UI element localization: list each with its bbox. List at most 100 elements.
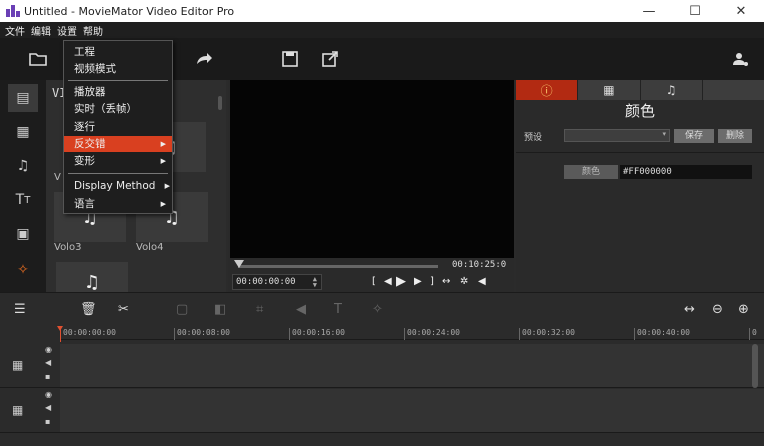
info-tab-icon[interactable]: ⓘ [516,80,579,100]
save-preset-button[interactable]: 保存 [674,129,714,143]
settings-icon[interactable]: ✲ [460,276,468,287]
timeline-ruler[interactable]: 00:00:00:00 00:00:08:00 00:00:16:00 00:0… [60,326,764,340]
delete-icon[interactable]: 🗑 [80,302,97,318]
video-track-header: ▦ ◉ ◀ ▪ [0,389,60,433]
video-track-1[interactable] [60,344,764,388]
redo-icon[interactable] [194,49,214,69]
current-timecode-input[interactable]: 00:00:00:00 ▲ ▼ [232,274,322,290]
timeline-scrollbar[interactable] [752,344,758,388]
window-title: Untitled - MovieMator Video Editor Pro [24,4,235,18]
delete-preset-button[interactable]: 删除 [718,129,752,143]
media-tab-icon[interactable]: ▤ [8,84,38,112]
effects-tab-icon[interactable]: ✧ [8,256,38,284]
mute-icon[interactable]: ◀ [45,403,51,412]
thumbnail-label: V [54,172,61,183]
track-list-icon[interactable]: ☰ [14,302,26,318]
volume-icon[interactable]: ◀ [478,276,486,287]
preview-viewer: 00:10:25:0 00:00:00:00 ▲ ▼ [ ◀ ▶ ▶ ] ↔ ✲ … [228,80,514,292]
user-account-icon[interactable] [730,49,750,69]
fit-icon[interactable]: ↔ [442,276,450,287]
menu-item-player[interactable]: 播放器 [64,84,172,100]
bin-scrollbar[interactable] [218,96,222,110]
preset-label: 预设 [524,133,543,143]
zoom-in-icon[interactable]: ⊕ [738,302,749,318]
menu-item-language[interactable]: 语言 ▶ [64,196,172,212]
menu-help[interactable]: 帮助 [80,23,106,38]
color-value-field[interactable]: #FF000000 [620,165,752,179]
chevron-down-icon: ▾ [662,130,666,138]
media-category-tabs: ▤ ▦ ♫ TT ▣ ✧ [0,80,46,292]
menu-settings[interactable]: 设置 [54,23,80,38]
submenu-arrow-icon: ▶ [160,200,166,208]
ruler-tick: 00:00:16:00 [289,328,345,340]
thumbnail-label: Volo4 [136,242,164,253]
extra-props-tab[interactable] [702,80,764,100]
menu-item-video-mode[interactable]: 视频模式 [64,61,172,77]
split-icon: ◧ [214,302,227,317]
title-bar: Untitled - MovieMator Video Editor Pro —… [0,0,764,22]
app-logo-icon [6,5,20,17]
scrub-head[interactable] [234,260,244,268]
menu-file[interactable]: 文件 [2,23,28,38]
text-tab-icon[interactable]: TT [8,186,38,214]
image-tab-icon[interactable]: ▣ [8,220,38,248]
timeline-footer [60,434,764,446]
submenu-arrow-icon: ▶ [160,157,166,165]
audio-icon: ◀ [296,302,306,317]
menu-edit[interactable]: 编辑 [28,23,54,38]
mark-in-icon[interactable]: [ [372,276,376,287]
music-note-icon: ♫ [83,271,101,293]
lock-icon[interactable]: ▪ [45,372,50,381]
minimize-button[interactable]: — [626,0,672,22]
fit-timeline-icon[interactable]: ↔ [684,302,695,318]
video-track-icon: ▦ [12,358,24,372]
next-frame-icon[interactable]: ▶ [414,276,422,287]
menu-item-display-method[interactable]: Display Method ▶ [64,178,172,194]
zoom-out-icon[interactable]: ⊖ [712,302,723,318]
video-track-2[interactable] [60,389,764,433]
open-folder-icon[interactable] [28,49,48,69]
submenu-arrow-icon: ▶ [164,182,170,190]
menu-item-project[interactable]: 工程 [64,44,172,60]
color-label: 颜色 [564,165,618,179]
spin-arrows-icon[interactable]: ▲ ▼ [313,276,317,289]
properties-tabs: ⓘ ▦ ♫ [516,80,764,100]
play-icon[interactable]: ▶ [396,274,406,289]
menu-bar: 文件 编辑 设置 帮助 [0,22,764,38]
video-track-header: ▦ ◉ ◀ ▪ [0,344,60,388]
menu-item-realtime[interactable]: 实时（丢帧） [64,101,172,117]
audio-thumbnail[interactable]: ♫ [56,262,128,292]
timeline-toolbar: ☰ 🗑 ✂ ▢ ◧ ⌗ ◀ T ✧ ↔ ⊖ ⊕ [0,292,764,326]
cut-icon[interactable]: ✂ [118,302,129,318]
close-button[interactable]: ✕ [718,0,764,22]
submenu-arrow-icon: ▶ [160,140,166,148]
mute-icon[interactable]: ◀ [45,358,51,367]
audio-props-tab-icon[interactable]: ♫ [640,80,703,100]
video-tab-icon[interactable]: ▦ [8,118,38,146]
audio-tab-icon[interactable]: ♫ [8,152,38,180]
menu-item-progressive[interactable]: 逐行 [64,119,172,135]
properties-title: 颜色 [624,102,655,120]
visibility-eye-icon[interactable]: ◉ [45,345,52,354]
copy-icon: ▢ [176,302,189,317]
preview-screen [230,80,514,258]
mark-out-icon[interactable]: ] [430,276,434,287]
ruler-tick: 00:00:08:00 [174,328,230,340]
menu-item-deinterlace[interactable]: 反交错 ▶ [64,136,172,152]
video-track-icon: ▦ [12,403,24,417]
thumbnail-label: Volo3 [54,242,82,253]
preset-select[interactable]: ▾ [564,129,670,142]
properties-panel: ⓘ ▦ ♫ 颜色 预设 ▾ 保存 删除 颜色 #FF000000 [516,80,764,292]
lock-icon[interactable]: ▪ [45,417,50,426]
playhead-marker[interactable] [57,326,63,331]
menu-item-deform[interactable]: 变形 ▶ [64,153,172,169]
ruler-tick: 00:00:40:00 [634,328,690,340]
ruler-tick: 00:00:00:00 [60,328,116,340]
settings-dropdown-menu: 工程 视频模式 播放器 实时（丢帧） 逐行 反交错 ▶ 变形 ▶ Display… [63,40,173,214]
video-props-tab-icon[interactable]: ▦ [578,80,641,100]
maximize-button[interactable]: ☐ [672,0,718,22]
export-icon[interactable] [320,49,340,69]
visibility-eye-icon[interactable]: ◉ [45,390,52,399]
previous-frame-icon[interactable]: ◀ [384,276,392,287]
save-icon[interactable] [280,49,300,69]
